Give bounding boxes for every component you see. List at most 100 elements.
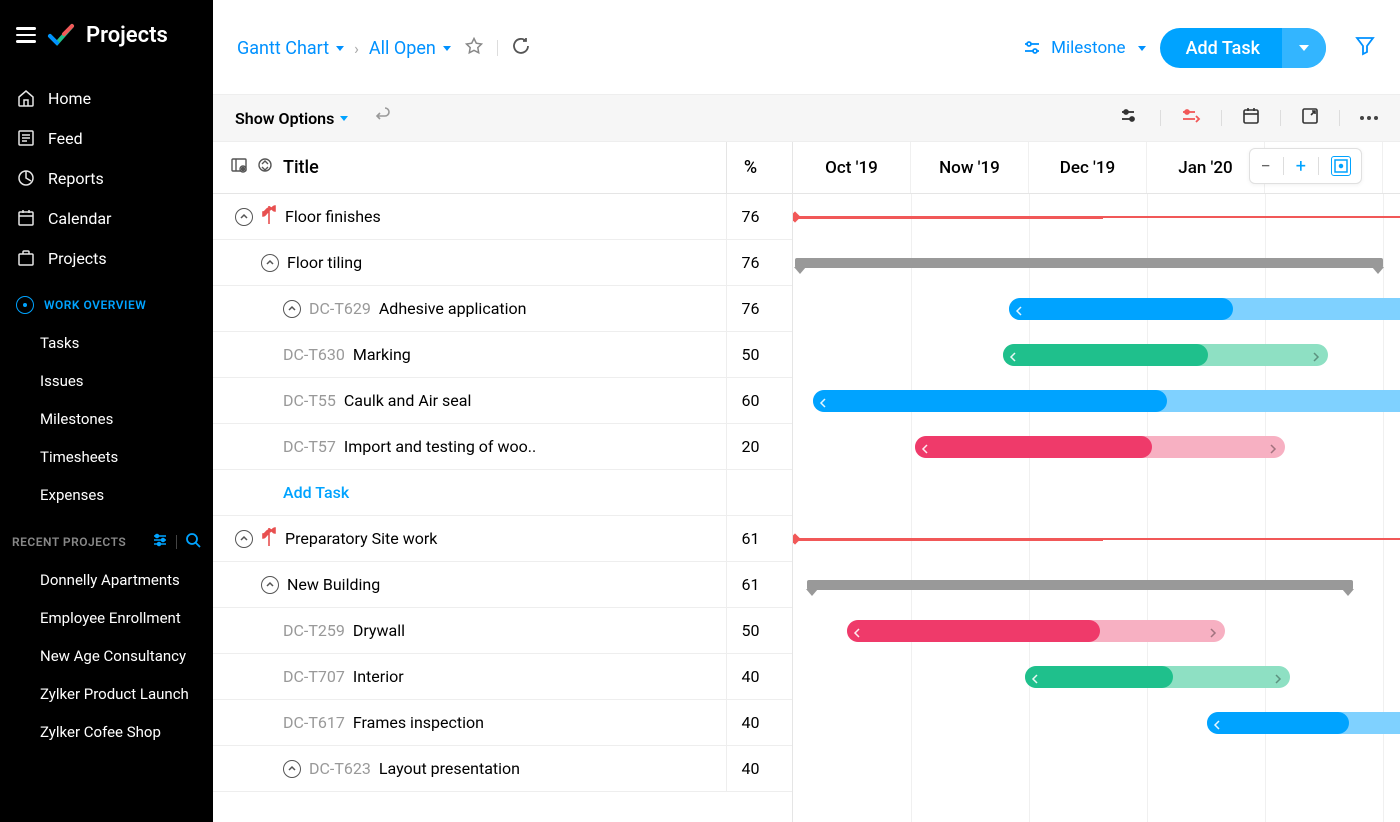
task-title: Frames inspection — [353, 713, 484, 732]
settings-sliders-icon[interactable] — [152, 532, 168, 551]
task-row[interactable]: Floor tiling76 — [213, 240, 792, 286]
task-title: Floor finishes — [285, 207, 381, 226]
search-icon[interactable] — [185, 532, 201, 551]
bar-handle-left[interactable] — [853, 626, 863, 636]
sidebar-item-timesheets[interactable]: Timesheets — [0, 438, 213, 476]
timeline-body[interactable] — [793, 194, 1400, 822]
view-critical-icon[interactable] — [1181, 107, 1201, 129]
bar-handle-left[interactable] — [921, 442, 931, 452]
collapse-icon[interactable] — [235, 530, 253, 548]
hamburger-menu-icon[interactable] — [16, 27, 36, 43]
gantt-timeline[interactable]: Oct '19Now '19Dec '19Jan '20Feb'20Mar'20… — [793, 142, 1400, 822]
gantt-bar-progress — [915, 436, 1152, 458]
favorite-star-icon[interactable] — [465, 37, 483, 59]
today-icon[interactable] — [1242, 107, 1260, 129]
recent-project-item[interactable]: Zylker Cofee Shop — [0, 713, 213, 751]
caret-down-icon — [340, 116, 348, 121]
milestone-selector[interactable]: Milestone — [1023, 38, 1145, 58]
gantt-bar[interactable] — [1009, 298, 1400, 320]
task-row[interactable]: DC-T259Drywall50 — [213, 608, 792, 654]
bar-row — [793, 746, 1400, 792]
fullscreen-icon[interactable] — [1301, 107, 1319, 129]
breadcrumb-view[interactable]: Gantt Chart — [237, 38, 344, 59]
summary-bar[interactable] — [795, 258, 1383, 268]
collapse-icon[interactable] — [235, 208, 253, 226]
zoom-fit-button[interactable] — [1331, 156, 1351, 176]
recent-project-item[interactable]: Zylker Product Launch — [0, 675, 213, 713]
percent-cell: 40 — [726, 654, 774, 699]
task-row[interactable]: Floor finishes76 — [213, 194, 792, 240]
month-column: Jan '20 — [1147, 142, 1265, 193]
task-title: Adhesive application — [379, 299, 527, 318]
nav-item-projects[interactable]: Projects — [0, 238, 213, 278]
gantt-bar[interactable] — [1003, 344, 1328, 366]
sidebar-item-expenses[interactable]: Expenses — [0, 476, 213, 514]
filter-funnel-icon[interactable] — [1354, 35, 1376, 61]
brand-name: Projects — [86, 23, 168, 48]
bar-handle-right[interactable] — [1312, 350, 1322, 360]
sidebar-item-milestones[interactable]: Milestones — [0, 400, 213, 438]
collapse-icon[interactable] — [261, 576, 279, 594]
sidebar-item-tasks[interactable]: Tasks — [0, 324, 213, 362]
recent-project-item[interactable]: New Age Consultancy — [0, 637, 213, 675]
zoom-in-button[interactable]: + — [1296, 156, 1306, 177]
bar-handle-left[interactable] — [819, 396, 829, 406]
task-row[interactable]: DC-T617Frames inspection40 — [213, 700, 792, 746]
column-header-title[interactable]: Title — [283, 157, 716, 178]
reports-icon — [16, 168, 36, 188]
summary-bar[interactable] — [807, 580, 1353, 590]
bar-handle-left[interactable] — [1009, 350, 1019, 360]
task-code: DC-T57 — [283, 437, 336, 456]
work-overview-heading[interactable]: WORK OVERVIEW — [0, 278, 213, 324]
bar-row — [793, 562, 1400, 608]
add-task-caret[interactable] — [1282, 28, 1326, 68]
bar-handle-left[interactable] — [1213, 718, 1223, 728]
task-row[interactable]: DC-T623Layout presentation40 — [213, 746, 792, 792]
column-header-percent[interactable]: % — [726, 142, 774, 193]
collapse-icon[interactable] — [261, 254, 279, 272]
gantt-bar[interactable] — [1207, 712, 1400, 734]
column-config-icon[interactable] — [231, 157, 247, 178]
percent-cell: 20 — [726, 424, 774, 469]
task-code: DC-T259 — [283, 621, 345, 640]
expand-all-icon[interactable] — [257, 157, 273, 178]
view-collapse-icon[interactable] — [1120, 107, 1140, 129]
bar-handle-right[interactable] — [1269, 442, 1279, 452]
task-row[interactable]: DC-T57Import and testing of woo..20 — [213, 424, 792, 470]
collapse-icon[interactable] — [283, 760, 301, 778]
bar-handle-right[interactable] — [1209, 626, 1219, 636]
more-menu-icon[interactable] — [1360, 116, 1378, 120]
gantt-bar[interactable] — [847, 620, 1225, 642]
task-row[interactable]: Preparatory Site work61 — [213, 516, 792, 562]
gantt-bar[interactable] — [915, 436, 1285, 458]
gantt-bar[interactable] — [813, 390, 1400, 412]
task-row[interactable]: DC-T630Marking50 — [213, 332, 792, 378]
reload-icon[interactable] — [512, 37, 530, 59]
recent-project-item[interactable]: Employee Enrollment — [0, 599, 213, 637]
sidebar-item-issues[interactable]: Issues — [0, 362, 213, 400]
nav-item-calendar[interactable]: Calendar — [0, 198, 213, 238]
recent-project-item[interactable]: Donnelly Apartments — [0, 561, 213, 599]
projects-icon — [16, 248, 36, 268]
nav-item-feed[interactable]: Feed — [0, 118, 213, 158]
zoom-out-button[interactable]: − — [1260, 156, 1270, 177]
breadcrumb: Gantt Chart › All Open — [237, 38, 451, 59]
gantt-bar[interactable] — [1025, 666, 1290, 688]
add-task-inline[interactable]: Add Task — [283, 483, 349, 502]
task-row[interactable]: New Building61 — [213, 562, 792, 608]
bar-handle-right[interactable] — [1274, 672, 1284, 682]
show-options-toggle[interactable]: Show Options — [235, 109, 348, 128]
task-row[interactable]: DC-T629Adhesive application76 — [213, 286, 792, 332]
undo-icon[interactable] — [372, 107, 390, 129]
nav-item-home[interactable]: Home — [0, 78, 213, 118]
task-row[interactable]: Add Task — [213, 470, 792, 516]
bar-handle-left[interactable] — [1031, 672, 1041, 682]
breadcrumb-filter[interactable]: All Open — [369, 38, 451, 59]
collapse-icon[interactable] — [283, 300, 301, 318]
task-row[interactable]: DC-T55Caulk and Air seal60 — [213, 378, 792, 424]
task-row[interactable]: DC-T707Interior40 — [213, 654, 792, 700]
add-task-button[interactable]: Add Task — [1160, 28, 1326, 68]
gantt-bar-progress — [847, 620, 1100, 642]
nav-item-reports[interactable]: Reports — [0, 158, 213, 198]
bar-handle-left[interactable] — [1015, 304, 1025, 314]
